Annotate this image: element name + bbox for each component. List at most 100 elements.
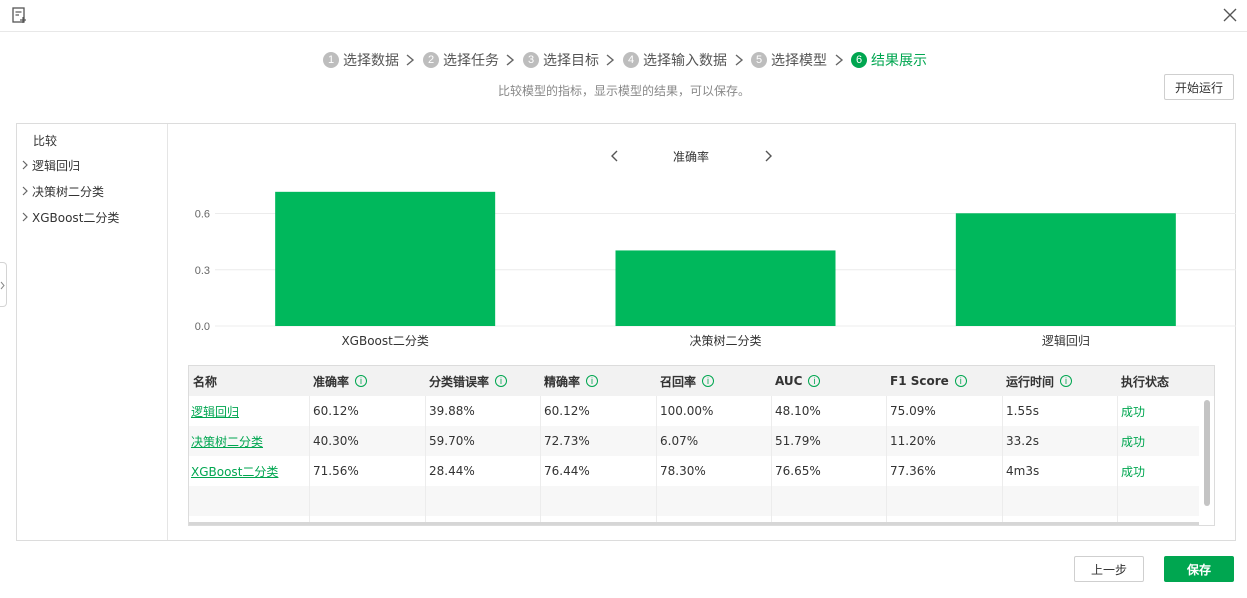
table-cell-wrapper: 成功: [1121, 456, 1145, 486]
column-header-label: 分类错误率: [429, 374, 490, 389]
table-cell-wrapper: 71.56%: [313, 456, 359, 486]
step-3[interactable]: 3 选择目标: [523, 50, 599, 70]
sidebar-item-label: 逻辑回归: [32, 158, 81, 173]
table-cell-wrapper: 76.65%: [775, 456, 821, 486]
step-number: 5: [751, 52, 767, 68]
step-1[interactable]: 1 选择数据: [323, 50, 399, 70]
step-5[interactable]: 5 选择模型: [751, 50, 827, 70]
step-6-active[interactable]: 6 结果展示: [851, 50, 927, 70]
sidebar-item-xgboost[interactable]: XGBoost二分类: [21, 207, 119, 227]
table-cell: 40.30%: [313, 434, 359, 448]
bar[interactable]: [615, 250, 836, 326]
chevron-right-icon: [735, 54, 744, 66]
table-cell: 100.00%: [660, 404, 714, 418]
vertical-scrollbar[interactable]: [1204, 400, 1210, 506]
column-header[interactable]: 精确率 i: [544, 366, 599, 396]
info-icon[interactable]: i: [495, 375, 508, 387]
info-icon[interactable]: i: [1060, 375, 1073, 387]
chevron-right-icon: [22, 160, 28, 170]
table-row: [189, 486, 1199, 516]
table-cell-wrapper: 60.12%: [313, 396, 359, 426]
step-2[interactable]: 2 选择任务: [423, 50, 499, 70]
column-divider: [309, 396, 310, 525]
column-header-label: 精确率: [544, 374, 581, 389]
table-cell-wrapper: 成功: [1121, 426, 1145, 456]
info-icon[interactable]: i: [954, 375, 967, 387]
sidebar-item-label: XGBoost二分类: [32, 210, 120, 225]
column-header[interactable]: 分类错误率 i: [429, 366, 508, 396]
table-cell-wrapper: 33.2s: [1006, 426, 1039, 456]
dialog-header: [0, 0, 1247, 32]
model-name-link[interactable]: XGBoost二分类: [191, 463, 278, 480]
status-text: 成功: [1121, 404, 1146, 419]
table-cell: 60.12%: [313, 404, 359, 418]
bar[interactable]: [275, 191, 496, 326]
column-header[interactable]: 名称: [193, 366, 217, 396]
model-name-link[interactable]: 逻辑回归: [191, 403, 239, 420]
table-cell-wrapper: 51.79%: [775, 426, 821, 456]
column-header[interactable]: 运行时间 i: [1006, 366, 1073, 396]
column-header-label: 执行状态: [1121, 374, 1170, 389]
table-cell-wrapper: 75.09%: [890, 396, 936, 426]
step-number: 6: [851, 52, 867, 68]
table-header: 名称 准确率 i 分类错误率 i 精确率 i 召回率 i AUC i F1 Score i 运行时间 i 执行…: [189, 366, 1214, 396]
model-name-link[interactable]: 决策树二分类: [191, 433, 263, 450]
accuracy-bar-chart: 0.0 0.3 0.6 XGBoost二分类 决策树二分类 逻辑回归: [195, 191, 1236, 348]
step-label: 选择目标: [543, 53, 599, 69]
info-icon[interactable]: i: [702, 375, 715, 387]
chevron-right-icon: [835, 54, 844, 66]
step-label: 结果展示: [871, 53, 927, 69]
column-header[interactable]: 执行状态: [1121, 366, 1169, 396]
table-cell-wrapper: 28.44%: [429, 456, 475, 486]
table-cell-wrapper: 78.30%: [660, 456, 706, 486]
step-number: 3: [523, 52, 539, 68]
compare-sidebar: 比较 逻辑回归 决策树二分类 XGBoost二分类: [17, 124, 168, 540]
column-header-label: 运行时间: [1006, 374, 1055, 389]
wizard-steps: 1 选择数据 2 选择任务 3 选择目标 4 选择输入数据 5 选择模型 6 结果展示: [0, 50, 1247, 70]
table-cell-wrapper: 59.70%: [429, 426, 475, 456]
table-cell-wrapper: 6.07%: [660, 426, 698, 456]
table-cell: 28.44%: [429, 464, 475, 478]
sidebar-item-decision-tree[interactable]: 决策树二分类: [21, 181, 104, 201]
save-button[interactable]: 保存: [1164, 556, 1234, 582]
sidebar-item-label: 决策树二分类: [32, 184, 105, 199]
column-header[interactable]: AUC i: [775, 366, 821, 396]
info-icon[interactable]: i: [586, 375, 599, 387]
new-document-icon[interactable]: [10, 6, 28, 24]
horizontal-scrollbar[interactable]: [189, 522, 1199, 525]
bar[interactable]: [955, 213, 1176, 326]
info-icon[interactable]: i: [808, 375, 821, 387]
table-cell: 51.79%: [775, 434, 821, 448]
close-icon[interactable]: [1221, 6, 1239, 24]
column-header-label: AUC: [775, 374, 803, 388]
chevron-right-icon[interactable]: [762, 149, 774, 163]
table-cell: 71.56%: [313, 464, 359, 478]
column-divider: [656, 396, 657, 525]
table-cell-wrapper: 决策树二分类: [191, 426, 263, 456]
info-icon[interactable]: i: [355, 375, 368, 387]
table-cell-wrapper: 逻辑回归: [191, 396, 239, 426]
table-cell: 77.36%: [890, 464, 936, 478]
x-tick-label: 决策树二分类: [689, 333, 761, 348]
table-cell-wrapper: 77.36%: [890, 456, 936, 486]
table-cell-wrapper: 4m3s: [1006, 456, 1039, 486]
column-header[interactable]: 准确率 i: [313, 366, 368, 396]
table-cell-wrapper: 39.88%: [429, 396, 475, 426]
column-divider: [771, 396, 772, 525]
column-header[interactable]: 召回率 i: [660, 366, 715, 396]
table-cell: 76.65%: [775, 464, 821, 478]
sidebar-item-logistic-regression[interactable]: 逻辑回归: [21, 155, 80, 175]
y-tick-label: 0.0: [195, 321, 210, 333]
table-cell-wrapper: 72.73%: [544, 426, 590, 456]
previous-step-button[interactable]: 上一步: [1074, 556, 1144, 582]
status-text: 成功: [1121, 434, 1146, 449]
table-cell: 33.2s: [1006, 434, 1039, 448]
status-text: 成功: [1121, 464, 1146, 479]
x-tick-label: XGBoost二分类: [341, 334, 428, 348]
chevron-left-icon[interactable]: [609, 149, 621, 163]
start-run-button[interactable]: 开始运行: [1164, 74, 1234, 100]
step-4[interactable]: 4 选择输入数据: [623, 50, 727, 70]
sidebar-collapse-handle[interactable]: [0, 262, 7, 307]
column-header[interactable]: F1 Score i: [890, 366, 967, 396]
table-cell-wrapper: 40.30%: [313, 426, 359, 456]
